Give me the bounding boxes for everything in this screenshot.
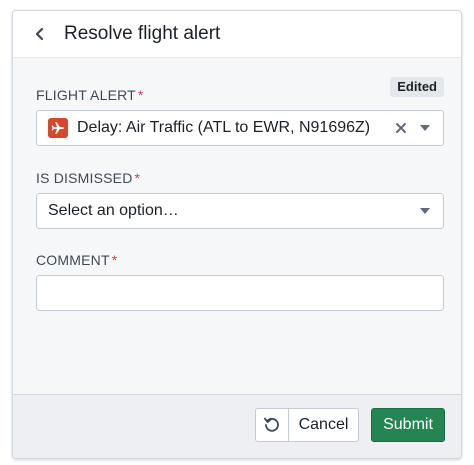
reset-button[interactable] [255, 408, 289, 442]
flight-alert-dropdown-toggle[interactable] [415, 118, 435, 138]
dialog-title: Resolve flight alert [64, 23, 221, 44]
flight-alert-label-text: FLIGHT ALERT [36, 87, 136, 103]
comment-input[interactable] [36, 275, 444, 311]
back-button[interactable] [30, 24, 50, 44]
edited-badge: Edited [390, 77, 444, 97]
caret-down-icon [420, 208, 430, 214]
is-dismissed-dropdown-toggle[interactable] [415, 201, 435, 221]
resolve-flight-alert-dialog: Resolve flight alert FLIGHT ALERT * Edite… [12, 10, 462, 459]
dialog-footer: Cancel Submit [13, 394, 461, 458]
required-mark: * [111, 252, 118, 268]
flight-alert-value: Delay: Air Traffic (ATL to EWR, N91696Z) [77, 119, 371, 136]
comment-label-text: COMMENT [36, 252, 110, 268]
clear-selection-button[interactable] [391, 118, 411, 138]
is-dismissed-label: IS DISMISSED * [36, 170, 140, 186]
flight-alert-label: FLIGHT ALERT * [36, 87, 144, 103]
undo-icon [263, 417, 279, 432]
comment-label: COMMENT * [36, 252, 117, 268]
is-dismissed-label-text: IS DISMISSED [36, 170, 133, 186]
airplane-icon [48, 118, 68, 138]
dialog-header: Resolve flight alert [13, 11, 461, 58]
form-body: FLIGHT ALERT * Edited Delay: Air Traffic … [13, 59, 461, 395]
is-dismissed-placeholder: Select an option… [48, 202, 179, 219]
required-mark: * [137, 87, 144, 103]
chevron-left-icon [35, 27, 44, 41]
close-icon [396, 123, 406, 133]
is-dismissed-select[interactable]: Select an option… [36, 193, 444, 229]
submit-button[interactable]: Submit [371, 408, 445, 442]
required-mark: * [134, 170, 141, 186]
flight-alert-select[interactable]: Delay: Air Traffic (ATL to EWR, N91696Z) [36, 110, 444, 146]
caret-down-icon [420, 125, 430, 131]
cancel-button[interactable]: Cancel [288, 408, 359, 442]
